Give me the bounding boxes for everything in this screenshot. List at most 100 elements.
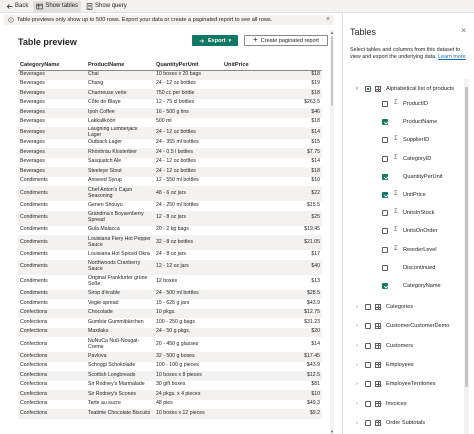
chevron-right-icon[interactable]: › [354,304,360,310]
tree-item-label: UnitsInStock [403,210,435,217]
column-header[interactable]: CategoryName [18,60,86,71]
column-header[interactable]: UnitPrice [222,60,322,71]
tree-item-field[interactable]: Discontinued [343,263,463,273]
paginated-label: Create paginated report [260,37,319,44]
table-checkbox[interactable] [365,361,371,368]
table-cell: 30 gift boxes [156,381,186,388]
table-row: Confections Sir Rodney's Marmalade 30 gift… [18,381,322,391]
field-checkbox[interactable] [382,155,388,162]
tree-item-field[interactable]: Σ SupplierID [343,135,463,145]
table-cell: $21.05 [222,235,322,251]
table-checkbox[interactable] [365,419,371,426]
table-cell: 20 - 450 g glasses [156,340,199,347]
chevron-right-icon[interactable]: › [354,343,360,349]
chevron-right-icon[interactable]: › [354,362,360,368]
table-cell: Beverages [18,167,86,177]
table-cell: Chai [86,70,154,80]
table-cell: Beverages [18,127,86,139]
back-button[interactable]: Back [3,1,31,12]
table-row: Confections Maxilaku 24 - 50 g pkgs. $20 [18,327,322,338]
tree-item-table[interactable]: › Customers [343,341,463,351]
tree-item-field[interactable]: Σ ProductID [343,99,463,109]
field-checkbox[interactable] [382,173,388,180]
tree-item-table[interactable]: › Categories [343,302,463,312]
tree-item-field[interactable]: ProductName [343,117,463,127]
tree-item-field[interactable]: CategoryName [343,281,463,291]
tree-item-table[interactable]: › Employees [343,360,463,370]
chevron-right-icon[interactable]: › [354,401,360,407]
table-icon [375,419,381,426]
tables-pane: Tables × Select tables and columns from … [342,13,474,434]
field-checkbox[interactable] [382,246,388,253]
table-cell: 48 pies [156,400,173,407]
table-scrollbar[interactable]: ▲ ▼ [330,30,334,434]
field-checkbox[interactable] [382,137,388,144]
scrollbar-thumb[interactable] [465,87,468,387]
table-checkbox[interactable] [365,304,371,310]
field-checkbox[interactable] [382,101,388,107]
tables-pane-title: Tables [350,27,377,37]
export-button[interactable]: Export ▾ [192,35,238,46]
table-cell: $22 [222,186,322,202]
table-cell: Confections [18,409,86,419]
show-query-button[interactable]: Show query [83,1,130,12]
table-cell: $49.3 [307,400,320,407]
create-paginated-report-button[interactable]: + Create paginated report [244,35,328,46]
scroll-up-icon[interactable]: ▲ [330,30,334,35]
table-cell: Confections [20,400,48,407]
table-checkbox[interactable] [365,381,371,388]
table-cell: Louisiana Fiery Hot Pepper Sauce [86,235,154,251]
column-header[interactable]: QuantityPerUnit [154,60,222,71]
tree-item-label: Discontinued [403,264,436,271]
tree-item-table[interactable]: › Invoices [343,399,463,409]
table-row: Condiments Original Frankfurter grüne Soß… [18,275,322,290]
tree-item-table[interactable]: › EmployeeTerritories [343,379,463,389]
learn-more-link[interactable]: Learn more [438,54,466,60]
tree-item-root-table[interactable]: ˅ Alphabetical list of products [343,84,463,94]
show-tables-button[interactable]: Show tables [33,0,82,12]
table-cell: Confections [20,340,48,347]
table-cell: 10 boxes x 20 bags [154,70,222,80]
tree-item-field[interactable]: QuantityPerUnit [343,172,463,182]
table-cell: 500 ml [156,118,172,125]
tree-item-field[interactable]: Σ ReorderLevel [343,245,463,255]
table-cell: 32 - 8 oz bottles [154,235,222,251]
field-checkbox[interactable] [382,283,388,289]
field-checkbox[interactable] [382,192,388,198]
column-header[interactable]: ProductName [86,60,154,71]
scroll-down-icon[interactable]: ▼ [330,429,334,434]
chevron-right-icon[interactable]: › [354,420,360,426]
table-cell: $19 [311,80,320,87]
chevron-right-icon[interactable]: › [354,323,360,329]
table-row: Condiments Gula Malacca 20 - 2 kg bags $19.… [18,226,322,236]
field-checkbox[interactable] [382,119,388,126]
root-table-checkbox[interactable] [365,86,371,92]
tree-item-field[interactable]: Σ UnitPrice [343,190,463,200]
table-header-row: CategoryName ProductName QuantityPerUnit… [18,60,322,71]
tree-item-field[interactable]: Σ UnitsInStock [343,208,463,218]
tree-item-table[interactable]: › CustomerCustomerDemo [343,321,463,331]
tables-scrollbar[interactable] [464,79,469,434]
close-icon[interactable]: × [326,16,330,24]
tree-item-field[interactable]: Σ CategoryID [343,154,463,164]
table-checkbox[interactable] [365,323,371,330]
table-row: Condiments Northwoods Cranberry Sauce 12 -… [18,259,322,275]
scrollbar-thumb[interactable] [331,36,333,106]
chevron-right-icon[interactable]: › [354,381,360,387]
close-icon[interactable]: × [461,26,466,35]
table-row: Beverages Sasquatch Ale 24 - 12 oz bottles… [18,158,322,168]
table-checkbox[interactable] [365,400,371,407]
field-checkbox[interactable] [382,228,388,235]
table-row: Beverages Steeleye Stout 24 - 12 oz bottle… [18,167,322,177]
table-cell: $9.2 [222,409,322,419]
field-checkbox[interactable] [382,264,388,271]
tree-item-table[interactable]: › Order Subtotals [343,418,463,428]
table-cell: $7.75 [222,148,322,158]
table-checkbox[interactable] [365,342,371,349]
table-cell: 24 - 12 oz bottles [156,80,196,87]
chevron-down-icon[interactable]: ˅ [354,86,360,92]
field-checkbox[interactable] [382,210,388,217]
tree-item-field[interactable]: Σ UnitsOnOrder [343,226,463,236]
table-row: Beverages Chartreuse verte 750 cc per bott… [18,89,322,99]
table-cell: Condiments [18,259,86,275]
